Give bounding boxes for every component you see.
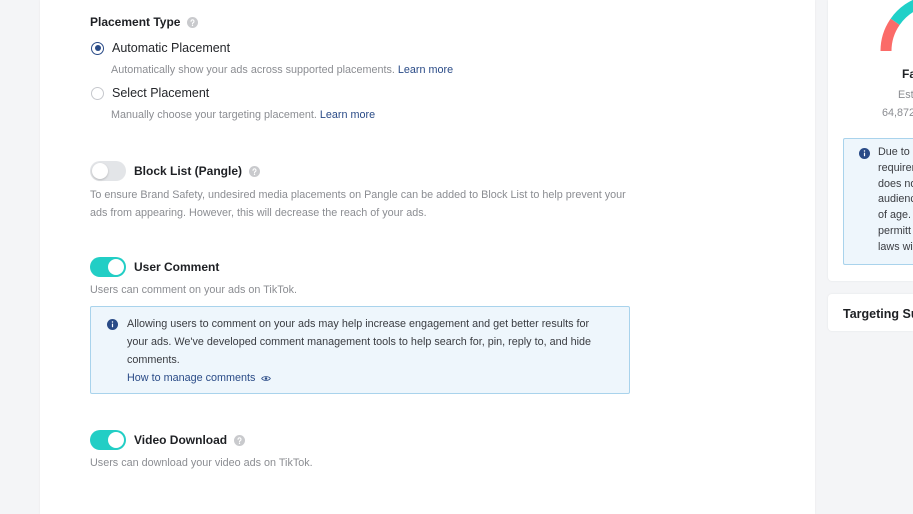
block-list-toggle[interactable] [90,161,126,181]
select-placement-description: Manually choose your targeting placement… [111,107,375,123]
estimate-label: Est [898,89,913,101]
help-icon[interactable] [187,16,199,28]
info-icon [106,318,118,330]
manage-comments-link-label[interactable]: How to manage comments [127,369,255,387]
audience-notice-text: Due to requirem does no audienc of age. … [878,145,913,256]
block-list-header: Block List (Pangle) [90,161,261,181]
video-download-description: Users can download your video ads on Tik… [90,457,313,469]
block-list-description: To ensure Brand Safety, undesired media … [90,189,626,219]
video-download-title: Video Download [134,433,228,447]
audience-notice-line: Due to [878,146,910,158]
audience-size-gauge [880,0,913,52]
gauge-arc-high [890,0,913,26]
audience-notice-line: laws wil [878,240,913,253]
audience-notice-line: audienc [878,193,913,206]
help-icon[interactable] [234,434,246,446]
radio-option-automatic-placement[interactable]: Automatic Placement [90,38,230,58]
video-download-toggle[interactable] [90,430,126,450]
user-comment-header: User Comment [90,257,219,277]
automatic-placement-description: Automatically show your ads across suppo… [111,62,453,78]
targeting-summary-card[interactable]: Targeting Su [828,294,913,331]
audience-notice: Due to requirem does no audienc of age. … [843,138,913,265]
audience-size-card: Fa Est 64,872 Due to requirem does no au… [828,0,913,281]
user-comment-toggle[interactable] [90,257,126,277]
select-placement-radio[interactable] [91,86,104,100]
eye-icon[interactable] [261,375,272,382]
toggle-knob [108,259,124,275]
user-comment-title: User Comment [134,260,220,274]
automatic-placement-label[interactable]: Automatic Placement [112,40,230,56]
audience-status-label: Fa [902,67,913,81]
automatic-placement-learn-more-link[interactable]: Learn more [398,64,453,76]
toggle-knob [92,163,108,179]
user-comment-notice-body: Allowing users to comment on your ads ma… [127,315,602,387]
placement-type-header: Placement Type [90,12,199,32]
video-download-header: Video Download [90,430,246,450]
user-comment-description: Users can comment on your ads on TikTok. [90,284,298,296]
ad-settings-card: Placement Type Automatic Placement Autom… [40,0,815,514]
audience-notice-line: of age. [878,209,912,222]
estimate-value: 64,872 [882,107,913,119]
placement-type-title: Placement Type [90,15,181,29]
audience-notice-line: does no [878,177,913,190]
select-placement-learn-more-link[interactable]: Learn more [320,109,375,121]
gauge-arc-low [880,18,900,52]
audience-notice-line: permitt [878,224,911,237]
automatic-placement-radio[interactable] [91,41,104,55]
audience-notice-line: requirem [878,161,913,174]
user-comment-notice-text: Allowing users to comment on your ads ma… [127,318,591,366]
automatic-placement-description-text: Automatically show your ads across suppo… [111,64,395,76]
select-placement-description-text: Manually choose your targeting placement… [111,109,317,121]
help-icon[interactable] [249,165,261,177]
radio-option-select-placement[interactable]: Select Placement [90,83,209,103]
targeting-summary-title: Targeting Su [843,307,913,321]
block-list-title: Block List (Pangle) [134,164,243,178]
info-icon [858,147,870,159]
select-placement-label[interactable]: Select Placement [112,85,209,101]
toggle-knob [108,432,124,448]
manage-comments-link[interactable]: How to manage comments [127,369,602,387]
user-comment-notice: Allowing users to comment on your ads ma… [90,306,630,394]
